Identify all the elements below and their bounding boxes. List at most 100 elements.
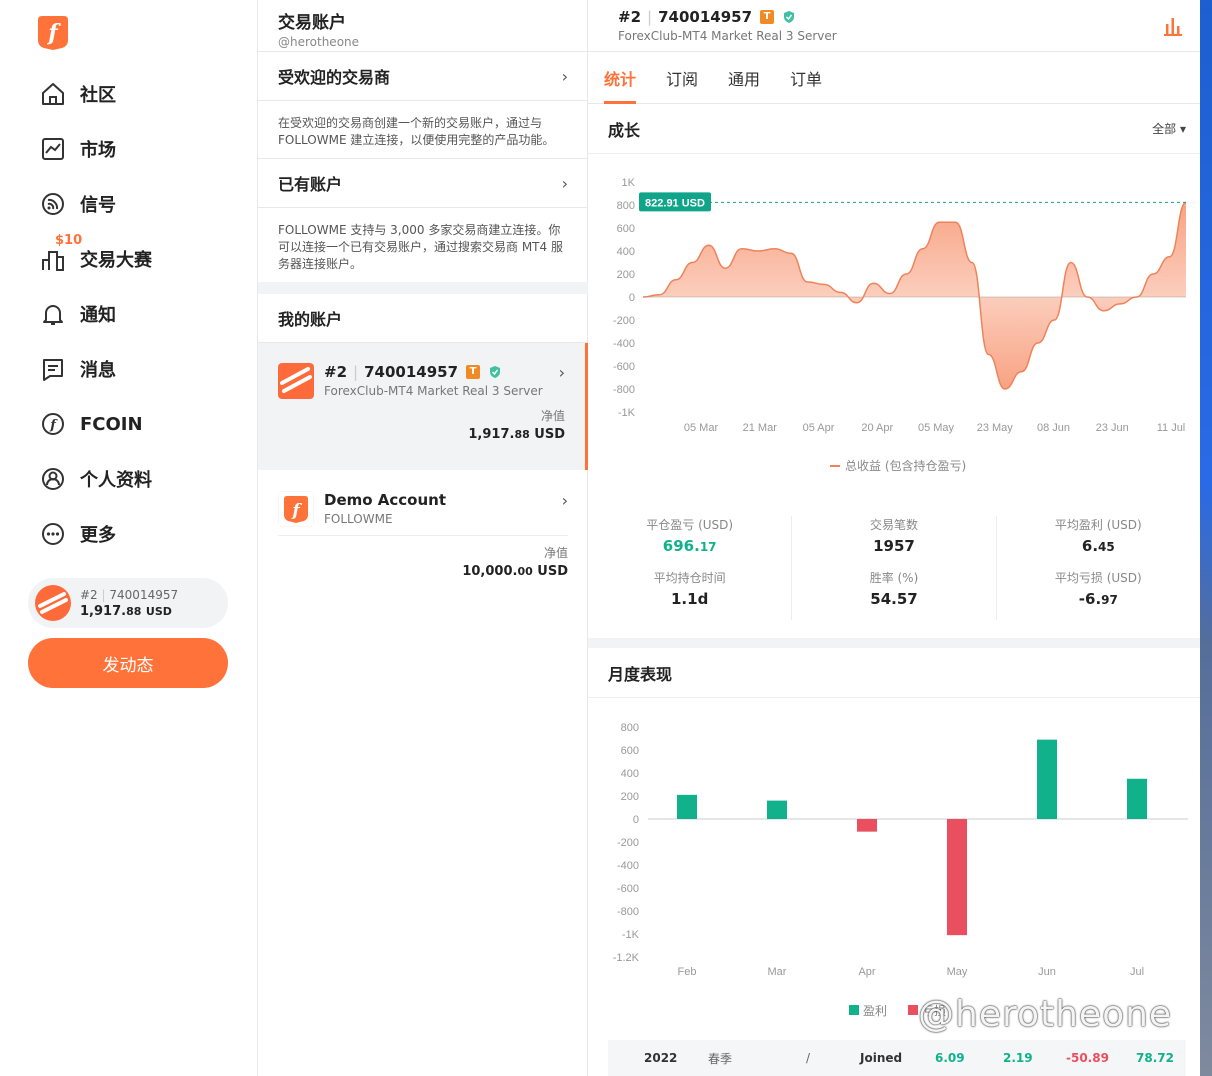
tab-subscriptions[interactable]: 订阅 [666,52,698,104]
sidebar-item-community[interactable]: 社区 [40,76,116,112]
monthly-bar [767,800,787,819]
monthly-bar [677,794,697,819]
x-tick-label: Jul [1130,966,1144,978]
tab-statistics[interactable]: 统计 [604,52,637,104]
table-slash: / [806,1051,811,1065]
sidebar-item-notifications[interactable]: 通知 [40,296,116,332]
existing-accounts-section: 已有账户 › FOLLOWME 支持与 3,000 多家交易商建立连接。你可以连接… [258,159,588,292]
y-tick-label: -400 [617,860,639,872]
account-balance: 1,917.88 USD [80,603,172,619]
existing-accounts-desc: FOLLOWME 支持与 3,000 多家交易商建立连接。你可以连接一个已有交易… [278,223,563,271]
account-detail-panel: #2 | 740014957 T ForexClub-MT4 Market Real … [588,0,1200,1076]
popular-brokers-link[interactable]: 受欢迎的交易商 › [258,52,588,100]
y-tick-label: -1K [622,929,640,941]
svg-text:f: f [49,418,58,433]
chevron-right-icon: › [561,66,568,86]
accounts-header: 交易账户 @herotheone [258,0,587,52]
account-card[interactable]: #2 | 740014957 T ForexClub-MT4 Market Real … [258,343,588,470]
legend-label: 总收益 (包含持仓盈亏) [845,458,966,473]
post-button[interactable]: 发动态 [28,638,228,688]
legend-swatch [908,1005,918,1015]
monthly-bar [1037,739,1057,819]
statistics-grid: 平仓盈亏 (USD) 696.17 平均持仓时间 1.1d 交易笔数 1957 … [588,506,1200,630]
bell-icon [43,305,63,325]
x-tick-label: 08 Jun [1037,422,1070,434]
trader-badge: T [760,10,775,24]
y-tick-label: -1.2K [613,952,640,964]
sidebar-item-fcoin[interactable]: f FCOIN [40,406,143,442]
sidebar-item-market[interactable]: 市场 [40,131,116,167]
background-window-edge [1200,0,1212,1076]
message-icon [43,359,63,381]
followme-logo[interactable]: f [36,14,70,50]
trader-badge: T [466,365,481,379]
profile-icon [42,468,64,490]
growth-filter-dropdown[interactable]: 全部 ▾ [1152,120,1186,137]
y-tick-label: 400 [617,246,635,258]
sidebar-item-label: 个人资料 [80,470,152,491]
bar-chart-icon[interactable] [1162,16,1184,36]
section-gap [588,638,1200,648]
table-value: 2.19 [1003,1051,1033,1065]
y-tick-label: 200 [617,269,635,281]
account-card-demo[interactable]: f Demo Account FOLLOWME › 净值 10,000.00 U… [258,471,588,591]
sidebar-item-more[interactable]: 更多 [40,516,116,552]
chart-icon [42,138,64,160]
signal-icon [42,193,64,215]
more-icon [42,523,64,545]
table-joined: Joined [860,1051,903,1065]
x-tick-label: 11 Jul [1157,422,1186,434]
x-tick-label: 05 May [918,422,955,434]
stat-column: 平仓盈亏 (USD) 696.17 平均持仓时间 1.1d [588,516,793,620]
table-value: 6.09 [935,1051,965,1065]
user-handle: @herotheone [278,35,360,49]
broker-logo-icon [278,363,314,399]
account-switcher[interactable]: #2 | 740014957 1,917.88 USD [28,578,228,628]
closed-pnl-value: 696.17 [662,537,717,555]
chevron-right-icon: › [561,173,568,193]
sidebar-item-profile[interactable]: 个人资料 [40,461,152,497]
x-tick-label: 23 May [977,422,1014,434]
sidebar-item-signal[interactable]: 信号 [40,186,116,222]
popular-brokers-section: 受欢迎的交易商 › 在受欢迎的交易商创建一个新的交易账户，通过与 FOLLOWME… [258,52,588,159]
chevron-right-icon: › [558,363,565,382]
y-tick-label: -1K [618,407,636,419]
tab-orders[interactable]: 订单 [790,52,822,104]
stat-column: 交易笔数 1957 胜率 (%) 54.57 [792,516,997,620]
page-title: 交易账户 [278,13,346,33]
monthly-bar [857,819,877,832]
x-tick-label: 05 Mar [684,422,719,434]
chevron-right-icon: › [561,491,568,510]
sidebar-item-label: 更多 [80,525,116,546]
x-tick-label: May [947,966,968,978]
existing-accounts-link[interactable]: 已有账户 › [258,159,588,207]
y-tick-label: 800 [621,722,639,734]
trade-count-value: 1957 [873,537,915,555]
contest-badge: $10 [55,233,83,248]
sidebar-item-label: 通知 [80,305,116,326]
growth-chart: 1K 800 600 400 200 0 -200 -400 -600 -800 -1K 05 Mar… [613,177,1187,473]
accounts-panel: 交易账户 @herotheone 受欢迎的交易商 › 在受欢迎的交易商创建一个新的… [258,0,588,1076]
growth-area-positive [643,202,1186,297]
growth-title: 成长 [608,120,641,140]
x-tick-label: 21 Mar [743,422,778,434]
legend-swatch [849,1005,859,1015]
popular-brokers-desc: 在受欢迎的交易商创建一个新的交易账户，通过与 FOLLOWME 建立连接，以便使… [278,116,555,147]
sidebar-item-messages[interactable]: 消息 [40,351,116,387]
x-tick-label: 20 Apr [861,422,893,434]
home-icon [42,83,64,105]
sidebar-item-label: 信号 [80,195,116,216]
stat-column: 平均盈利 (USD) 6.45 平均亏损 (USD) -6.97 [997,516,1200,620]
legend-label: 盈利 [863,1004,887,1018]
my-accounts-title: 我的账户 [278,310,343,329]
my-accounts-section: 我的账户 [258,294,588,343]
contest-icon [42,251,64,271]
sidebar-item-contest[interactable]: $10 交易大赛 [40,233,152,277]
y-tick-label: 800 [617,200,635,212]
tab-general[interactable]: 通用 [728,52,760,104]
sidebar-item-label: FCOIN [80,413,143,435]
monthly-title: 月度表现 [608,664,673,684]
y-tick-label: -200 [613,315,635,327]
y-tick-label: -400 [613,338,635,350]
monthly-bar [1127,778,1147,819]
